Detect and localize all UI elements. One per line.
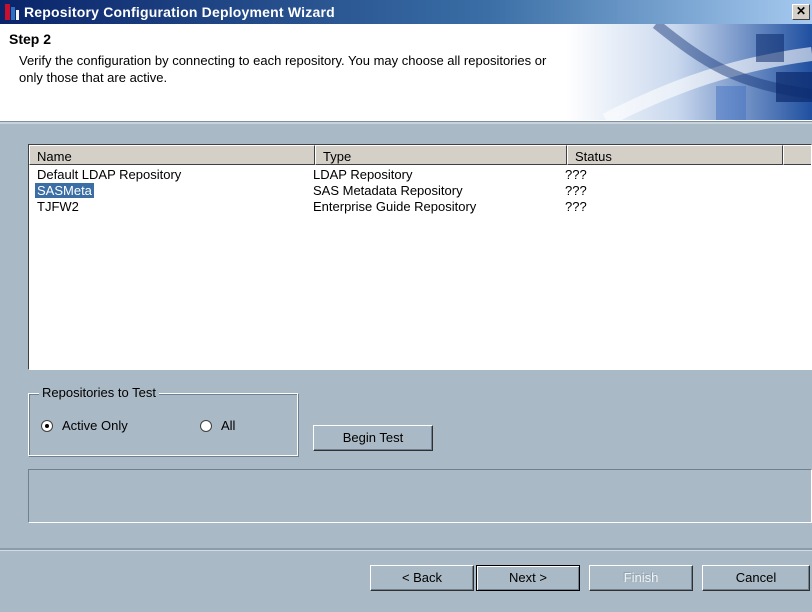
header-separator xyxy=(0,122,812,124)
column-header-status[interactable]: Status xyxy=(567,145,783,165)
column-header-name[interactable]: Name xyxy=(29,145,315,165)
list-item-selected[interactable]: SASMeta SAS Metadata Repository ??? xyxy=(29,183,811,199)
repository-list[interactable]: Name Type Status Default LDAP Repository… xyxy=(28,144,812,370)
header-graphic xyxy=(566,24,812,120)
window-title: Repository Configuration Deployment Wiza… xyxy=(24,4,335,20)
row-name: Default LDAP Repository xyxy=(37,167,182,182)
footer-separator xyxy=(0,548,812,551)
step-description: Verify the configuration by connecting t… xyxy=(19,53,547,85)
radio-label: Active Only xyxy=(62,418,128,433)
close-icon: ✕ xyxy=(795,4,807,18)
radio-label: All xyxy=(221,418,236,433)
row-name: TJFW2 xyxy=(37,199,79,214)
finish-label: Finish xyxy=(623,570,659,585)
row-status: ??? xyxy=(565,167,587,182)
radio-unchecked-icon xyxy=(200,419,212,432)
all-radio[interactable]: All xyxy=(200,418,235,433)
row-name: SASMeta xyxy=(35,183,94,198)
list-item[interactable]: TJFW2 Enterprise Guide Repository ??? xyxy=(29,199,811,215)
row-status: ??? xyxy=(565,199,587,214)
title-bar[interactable]: Repository Configuration Deployment Wiza… xyxy=(0,0,812,24)
list-header: Name Type Status xyxy=(29,145,811,165)
app-icon xyxy=(5,4,19,20)
close-button[interactable]: ✕ xyxy=(792,4,810,20)
back-button[interactable]: < Back xyxy=(370,565,474,591)
list-item[interactable]: Default LDAP Repository LDAP Repository … xyxy=(29,167,811,183)
column-header-type[interactable]: Type xyxy=(315,145,567,165)
test-status-panel xyxy=(28,469,812,523)
column-header-filler xyxy=(783,145,811,165)
row-type: SAS Metadata Repository xyxy=(313,183,463,198)
repositories-to-test-group: Repositories to Test Active Only All xyxy=(28,385,298,456)
row-type: Enterprise Guide Repository xyxy=(313,199,477,214)
row-status: ??? xyxy=(565,183,587,198)
group-label: Repositories to Test xyxy=(39,385,159,400)
wizard-window: Repository Configuration Deployment Wiza… xyxy=(0,0,812,612)
list-rows: Default LDAP Repository LDAP Repository … xyxy=(29,167,811,215)
radio-checked-icon xyxy=(41,419,53,432)
row-type: LDAP Repository xyxy=(313,167,413,182)
next-button[interactable]: Next > xyxy=(476,565,580,591)
active-only-radio[interactable]: Active Only xyxy=(41,418,128,433)
cancel-button[interactable]: Cancel xyxy=(702,565,810,591)
step-title: Step 2 xyxy=(9,31,52,47)
finish-button[interactable]: Finish xyxy=(589,565,693,591)
begin-test-button[interactable]: Begin Test xyxy=(313,425,433,451)
wizard-header: Step 2 Verify the configuration by conne… xyxy=(0,24,812,122)
